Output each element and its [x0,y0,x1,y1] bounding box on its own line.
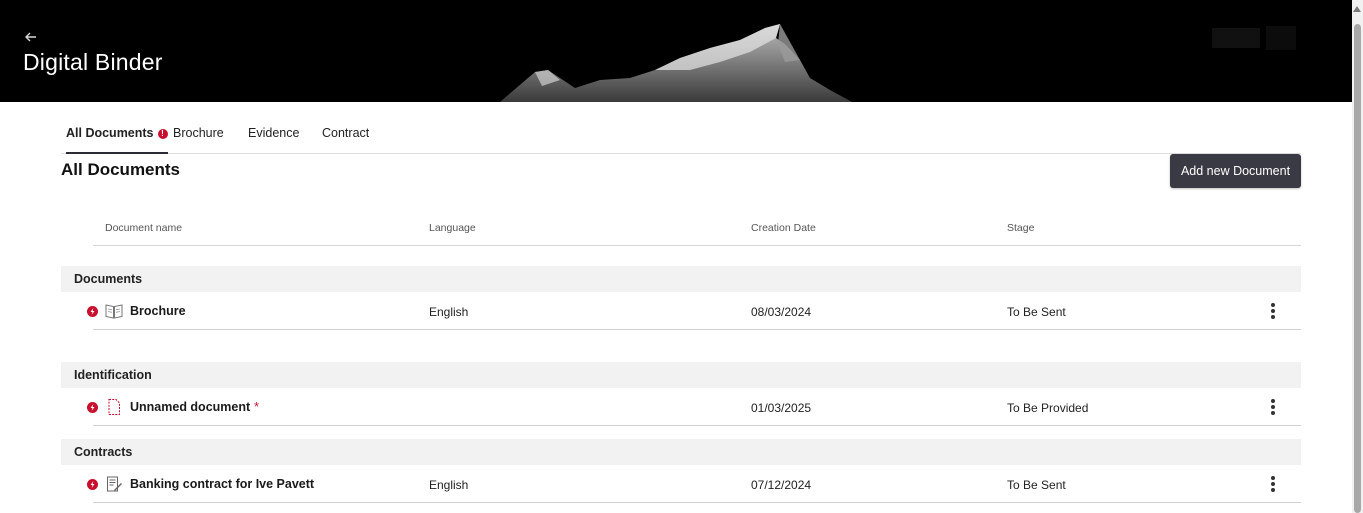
group-header-identification: Identification [61,362,1301,388]
add-new-document-button[interactable]: Add new Document [1170,154,1301,188]
required-marker: * [254,400,260,414]
tab-label: Contract [322,126,370,140]
date-cell: 07/12/2024 [751,478,812,492]
brand-logo [1212,26,1296,50]
tab-label: Evidence [248,126,300,140]
date-cell: 08/03/2024 [751,305,812,319]
more-options-icon[interactable] [1264,474,1282,494]
more-options-icon[interactable] [1264,301,1282,321]
header-divider [93,245,1301,246]
tab-label: All Documents [66,126,154,140]
column-header-language[interactable]: Language [429,222,476,234]
document-name-link[interactable]: Banking contract for Ive Pavett [130,477,314,491]
column-header-document-name[interactable]: Document name [105,222,182,234]
stage-cell: To Be Sent [1007,305,1066,319]
tab-evidence[interactable]: Evidence [248,116,299,153]
tab-all-documents[interactable]: All Documents! [66,116,168,154]
header-banner: Digital Binder [0,0,1352,102]
stage-cell: To Be Provided [1007,401,1089,415]
group-header-documents: Documents [61,266,1301,292]
document-tabs: All Documents! Brochure Evidence Contrac… [61,116,1301,154]
row-divider [93,329,1301,330]
document-name-text: Unnamed document [130,400,251,414]
table-row[interactable]: Brochure English 08/03/2024 To Be Sent [61,292,1301,330]
row-divider [93,502,1301,503]
table-row[interactable]: Banking contract for Ive Pavett English … [61,465,1301,503]
date-cell: 01/03/2025 [751,401,812,415]
alert-icon [87,479,98,490]
contract-icon [107,476,122,492]
language-cell: English [429,305,469,319]
arrow-left-icon[interactable] [22,28,40,46]
tab-label: Brochure [173,126,224,140]
column-header-stage[interactable]: Stage [1007,222,1034,234]
stage-cell: To Be Sent [1007,478,1066,492]
document-name-link[interactable]: Brochure [130,304,186,318]
group-header-contracts: Contracts [61,439,1301,465]
page-scrollbar[interactable] [1352,0,1363,513]
language-cell: English [429,478,469,492]
tab-brochure[interactable]: Brochure [173,116,224,153]
column-header-creation-date[interactable]: Creation Date [751,222,816,234]
alert-icon [87,306,98,317]
more-options-icon[interactable] [1264,397,1282,417]
scroll-up-arrow-icon[interactable] [1353,6,1361,12]
mountain-illustration [500,24,852,102]
document-icon [108,399,120,415]
row-divider [93,425,1301,426]
alert-badge-icon: ! [157,129,168,139]
brochure-icon [105,304,123,319]
tab-contract[interactable]: Contract [322,116,369,153]
scroll-thumb[interactable] [1354,24,1361,513]
page-title: Digital Binder [23,49,163,75]
table-row[interactable]: Unnamed document * 01/03/2025 To Be Provi… [61,388,1301,426]
alert-icon [87,402,98,413]
document-name-link[interactable]: Unnamed document * [130,400,259,414]
section-title: All Documents [61,160,181,179]
